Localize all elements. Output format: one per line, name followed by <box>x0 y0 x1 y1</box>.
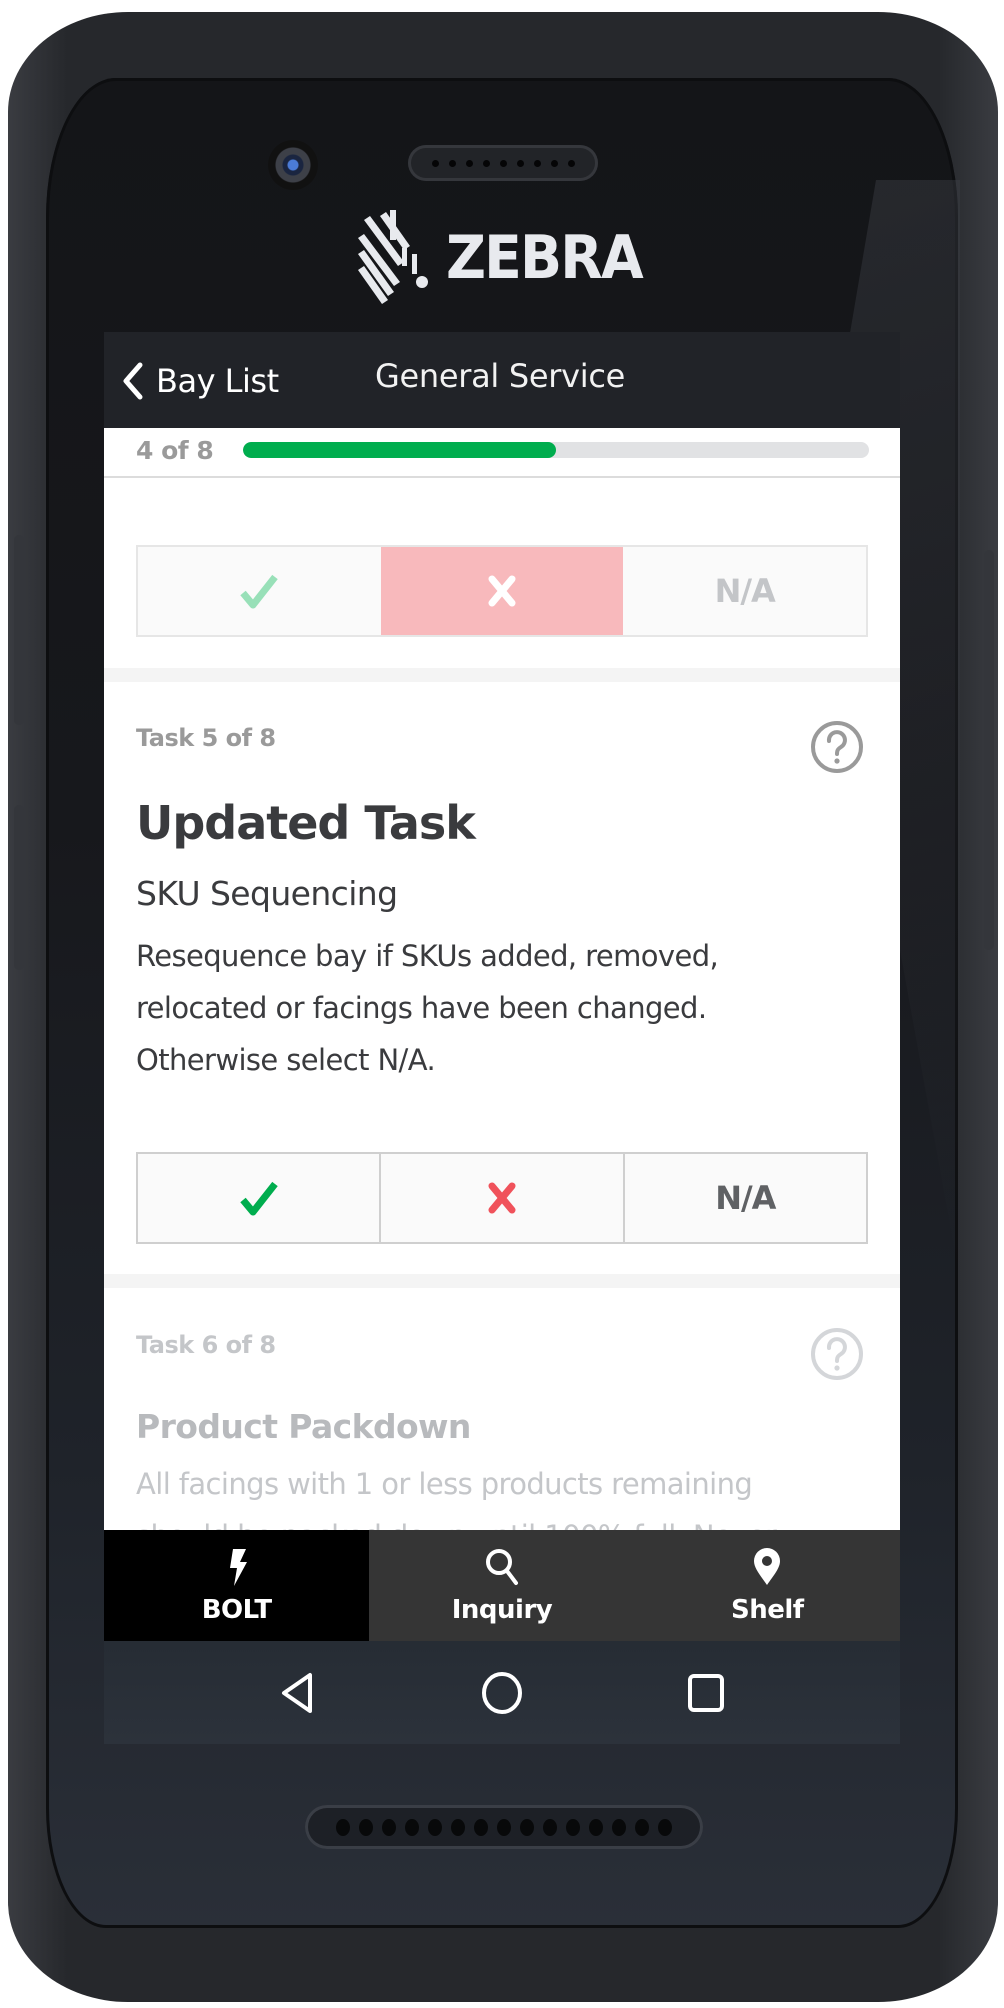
pass-button[interactable] <box>138 547 381 635</box>
progress-label: 4 of 8 <box>136 436 214 465</box>
check-icon <box>239 1181 278 1216</box>
task-count: Task 6 of 8 <box>136 1331 276 1359</box>
task-description: Resequence bay if SKUs added, removed, r… <box>136 930 856 1086</box>
help-circle-icon[interactable] <box>809 1326 865 1382</box>
bolt-icon <box>229 1548 247 1586</box>
nav-label: Inquiry <box>451 1594 553 1625</box>
back-triangle-icon[interactable] <box>276 1669 320 1717</box>
earpiece-speaker <box>408 145 598 181</box>
current-task-response-group: N/A <box>136 1152 868 1244</box>
recents-square-icon[interactable] <box>684 1669 728 1717</box>
map-pin-icon <box>754 1547 781 1585</box>
side-button-upper <box>14 535 24 725</box>
brand-wordmark: ZEBRA <box>446 223 644 293</box>
nav-label: Shelf <box>731 1594 804 1625</box>
device-screen: Bay List General Service 4 of 8 N/A Task… <box>104 332 900 1744</box>
task-description-line: Otherwise select N/A. <box>136 1043 436 1077</box>
task-description-line: Resequence bay if SKUs added, removed, <box>136 939 719 973</box>
side-button-right <box>984 550 994 950</box>
chevron-left-icon <box>123 362 143 400</box>
previous-task-response-group: N/A <box>136 545 868 637</box>
nav-item-bolt[interactable]: BOLT <box>104 1530 370 1641</box>
task-description-line: All facings with 1 or less products rema… <box>136 1467 753 1501</box>
nav-item-inquiry[interactable]: Inquiry <box>369 1530 634 1641</box>
card-divider <box>104 668 900 682</box>
front-camera <box>268 140 318 190</box>
task-name: SKU Sequencing <box>136 874 398 913</box>
bottom-speaker-grille <box>305 1805 703 1849</box>
card-divider <box>104 1274 900 1288</box>
na-button[interactable]: N/A <box>623 547 867 635</box>
pass-button[interactable] <box>138 1154 380 1242</box>
back-label: Bay List <box>156 362 279 400</box>
na-label: N/A <box>714 572 776 610</box>
fail-button[interactable] <box>379 1154 623 1242</box>
previous-task-card <box>104 478 900 526</box>
home-circle-icon[interactable] <box>480 1669 524 1717</box>
back-button[interactable]: Bay List <box>120 356 279 406</box>
side-button-lower <box>14 805 24 970</box>
progress-bar-fill <box>243 442 556 458</box>
search-icon <box>485 1548 518 1585</box>
app-bar: Bay List General Service <box>104 332 900 428</box>
close-icon <box>488 1182 516 1214</box>
nav-item-shelf[interactable]: Shelf <box>635 1530 900 1641</box>
nav-label: BOLT <box>201 1594 272 1625</box>
brand-logo: ZEBRA <box>350 208 659 308</box>
na-button[interactable]: N/A <box>622 1154 866 1242</box>
fail-button-selected[interactable] <box>380 547 624 635</box>
progress-section: 4 of 8 <box>104 428 900 478</box>
bottom-navigation: BOLT Inquiry Shelf <box>104 1530 900 1641</box>
task-count: Task 5 of 8 <box>136 724 276 752</box>
help-circle-icon[interactable] <box>809 719 865 775</box>
close-icon <box>488 575 516 607</box>
check-icon <box>240 574 279 609</box>
task-name: Product Packdown <box>136 1407 471 1446</box>
task-heading: Updated Task <box>136 796 476 850</box>
progress-bar <box>243 442 869 458</box>
system-navigation-bar <box>104 1641 900 1744</box>
zebra-head-icon <box>358 210 428 304</box>
task-description-line: relocated or facings have been changed. <box>136 991 707 1025</box>
page-title: General Service <box>375 357 626 395</box>
na-label: N/A <box>715 1179 776 1217</box>
